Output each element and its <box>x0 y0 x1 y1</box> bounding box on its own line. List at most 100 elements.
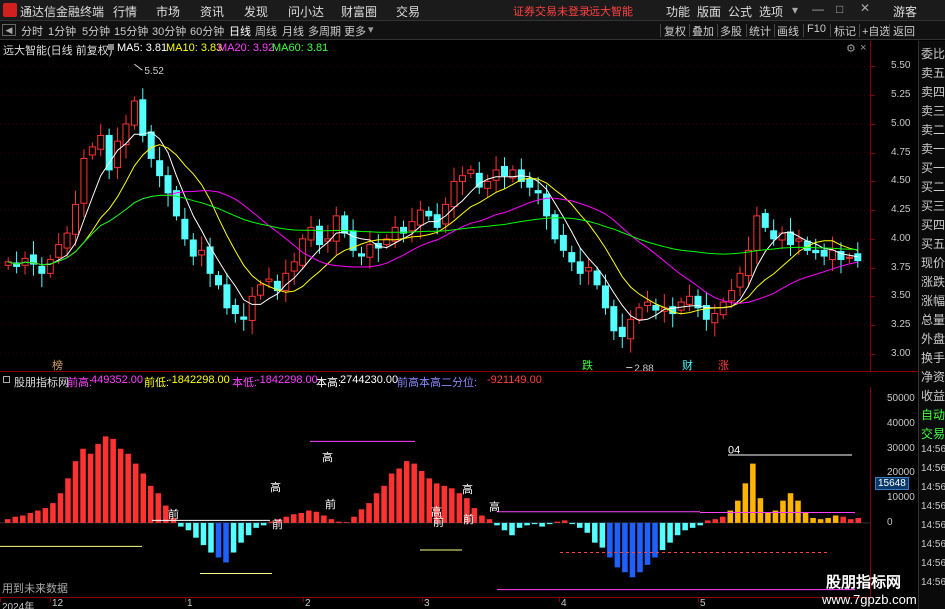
btn-draw-line[interactable]: 画线 <box>777 23 799 39</box>
side-panel-item[interactable]: 卖一 <box>921 140 945 157</box>
close-icon[interactable]: ✕ <box>860 1 870 15</box>
minimize-icon[interactable]: — <box>812 2 824 16</box>
side-panel-item[interactable]: 自动 <box>921 406 945 423</box>
side-panel-item[interactable]: 卖四 <box>921 83 945 100</box>
candle <box>778 226 786 250</box>
side-panel-item[interactable]: 14:56 <box>921 558 945 569</box>
side-panel-item[interactable]: 买二 <box>921 178 945 195</box>
btn-add-watchlist[interactable]: +自选 <box>862 23 890 39</box>
side-panel-item[interactable]: 净资 <box>921 368 945 385</box>
time-tick-mark <box>50 598 51 602</box>
side-panel-item[interactable]: 换手 <box>921 349 945 366</box>
menu-quotes[interactable]: 行情 <box>113 3 137 20</box>
tab-daily[interactable]: 日线 <box>229 23 251 39</box>
side-panel-item[interactable]: 14:56 <box>921 501 945 512</box>
tab-15min[interactable]: 15分钟 <box>114 23 148 39</box>
btn-back[interactable]: 返回 <box>893 23 915 39</box>
btn-multi-stock[interactable]: 多股 <box>720 23 742 39</box>
candle <box>105 128 113 180</box>
side-panel-item[interactable]: 14:56 <box>921 444 945 455</box>
side-panel-item[interactable]: 卖三 <box>921 102 945 119</box>
candle <box>156 146 164 188</box>
price-tick-mark <box>871 296 875 298</box>
event-marker[interactable]: 涨 <box>718 359 729 371</box>
maximize-icon[interactable]: □ <box>836 2 843 16</box>
more-chevron-icon[interactable]: ▾ <box>368 23 374 36</box>
price-tick-mark <box>871 210 875 212</box>
candle <box>467 165 475 178</box>
tab-5min[interactable]: 5分钟 <box>82 23 110 39</box>
btn-statistics[interactable]: 统计 <box>749 23 771 39</box>
candle <box>845 252 853 263</box>
indicator-chart[interactable]: 前高前高前高前高前高04用到未来数据 <box>0 387 870 597</box>
side-panel-item[interactable]: 买一 <box>921 159 945 176</box>
ma10-line <box>8 144 858 315</box>
side-panel-item[interactable]: 买五 <box>921 235 945 252</box>
event-marker[interactable]: 榜 <box>52 358 63 371</box>
menu-layout[interactable]: 版面 <box>697 3 721 20</box>
btn-mark[interactable]: 标记 <box>834 23 856 39</box>
candle <box>761 208 769 232</box>
prev-high-value: 449352.00 <box>91 374 143 386</box>
candlestick-chart[interactable]: 5.52 2.88 榜 跌 财 涨 <box>0 55 870 371</box>
event-marker[interactable]: 财 <box>682 358 693 371</box>
side-panel-item[interactable]: 14:56 <box>921 539 945 550</box>
menu-formula[interactable]: 公式 <box>728 3 752 20</box>
user-guest[interactable]: 游客 <box>893 3 917 20</box>
app-name: 通达信金融终端 <box>20 5 105 19</box>
menu-wealth-circle[interactable]: 财富圈 <box>341 3 377 20</box>
menu-discover[interactable]: 发现 <box>244 3 268 20</box>
tab-monthly[interactable]: 月线 <box>282 23 304 39</box>
side-panel-item[interactable]: 卖五 <box>921 64 945 81</box>
candle <box>568 245 576 272</box>
collapse-left-icon[interactable]: ◀ <box>2 24 16 36</box>
event-marker[interactable]: 跌 <box>582 358 593 371</box>
side-panel-item[interactable]: 14:56 <box>921 577 945 588</box>
tab-60min[interactable]: 60分钟 <box>190 23 224 39</box>
tab-30min[interactable]: 30分钟 <box>152 23 186 39</box>
side-panel-item[interactable]: 14:56 <box>921 482 945 493</box>
side-panel-item[interactable]: 涨跌 <box>921 273 945 290</box>
side-panel-item[interactable]: 买四 <box>921 216 945 233</box>
chevron-down-icon[interactable]: ▾ <box>792 3 798 17</box>
close-panel-icon[interactable]: × <box>860 42 866 54</box>
side-panel-item[interactable]: 买三 <box>921 197 945 214</box>
side-panel-item[interactable]: 14:56 <box>921 520 945 531</box>
future-data-note: 用到未来数据 <box>2 581 68 595</box>
menu-ask-xiaoda[interactable]: 问小达 <box>288 3 324 20</box>
tab-weekly[interactable]: 周线 <box>255 23 277 39</box>
side-panel-item[interactable]: 卖二 <box>921 121 945 138</box>
side-panel-item[interactable]: 收益 <box>921 387 945 404</box>
indicator-toggle-icon[interactable] <box>3 376 10 383</box>
btn-overlay[interactable]: 叠加 <box>692 23 714 39</box>
side-panel-item[interactable]: 交易 <box>921 425 945 442</box>
tab-1min[interactable]: 1分钟 <box>48 23 76 39</box>
time-tick-label: 1 <box>187 598 193 609</box>
btn-f10[interactable]: F10 <box>807 23 826 35</box>
menu-market[interactable]: 市场 <box>156 3 180 20</box>
side-panel-item[interactable]: 委比 <box>921 45 945 62</box>
menu-trade[interactable]: 交易 <box>396 3 420 20</box>
candle <box>13 251 21 274</box>
price-tick-label: 4.25 <box>891 204 911 216</box>
btn-restore-rights[interactable]: 复权 <box>664 23 686 39</box>
side-panel-item[interactable]: 总量 <box>921 311 945 328</box>
pane-divider[interactable] <box>0 371 918 372</box>
high-price-label: 5.52 <box>144 66 164 77</box>
side-panel-item[interactable]: 涨幅 <box>921 292 945 309</box>
candle <box>644 290 651 313</box>
menu-function[interactable]: 功能 <box>666 3 690 20</box>
watermark: 股朋指标网 www.7gpzb.com <box>822 569 918 609</box>
candle <box>248 287 256 335</box>
side-panel-item[interactable]: 14:56 <box>921 463 945 474</box>
menu-news[interactable]: 资讯 <box>200 3 224 20</box>
settings-icon[interactable]: ⚙ <box>846 42 856 55</box>
side-panel-item[interactable]: 外盘 <box>921 330 945 347</box>
menu-options[interactable]: 选项 <box>759 3 783 20</box>
tab-more[interactable]: 更多 <box>344 23 366 39</box>
tab-multi-period[interactable]: 多周期 <box>308 23 341 39</box>
side-panel-item[interactable]: 现价 <box>921 254 945 271</box>
tab-intraday[interactable]: 分时 <box>21 23 43 39</box>
time-tick-label: 12 <box>52 598 64 609</box>
login-warning[interactable]: 证券交易未登录 <box>513 3 590 19</box>
